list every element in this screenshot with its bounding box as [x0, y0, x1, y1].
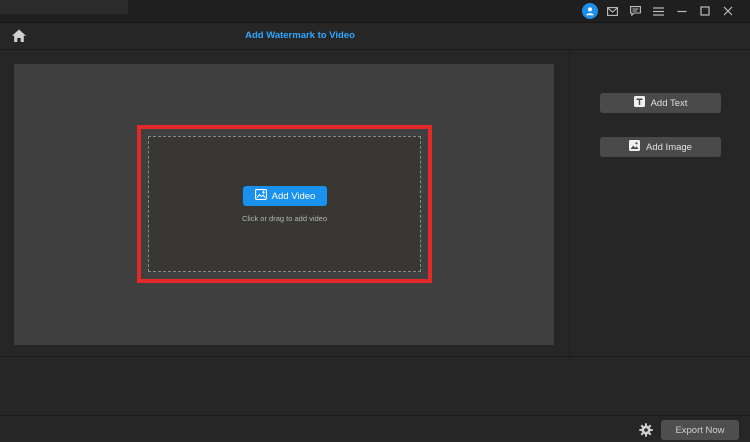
app-window: Add Watermark to Video Add Video Click o… — [0, 0, 750, 442]
add-text-label: Add Text — [650, 97, 688, 109]
timeline-divider — [0, 356, 750, 357]
chat-icon[interactable] — [627, 3, 644, 19]
window-controls — [581, 3, 736, 19]
add-image-button[interactable]: Add Image — [600, 137, 721, 157]
footer-divider — [0, 415, 750, 416]
video-drop-zone[interactable]: Add Video Click or drag to add video — [148, 136, 421, 272]
minimize-icon[interactable] — [673, 3, 690, 19]
add-video-button[interactable]: Add Video — [243, 186, 327, 206]
mail-icon[interactable] — [604, 3, 621, 19]
text-icon — [633, 96, 645, 110]
menu-icon[interactable] — [650, 3, 667, 19]
page-title: Add Watermark to Video — [245, 30, 355, 41]
image-icon — [629, 140, 641, 154]
add-text-button[interactable]: Add Text — [600, 93, 721, 113]
add-video-icon — [254, 189, 267, 203]
drop-hint: Click or drag to add video — [241, 214, 328, 223]
gear-icon[interactable] — [639, 423, 653, 437]
title-bar-tab — [0, 0, 128, 14]
title-bar — [0, 0, 750, 23]
add-video-label: Add Video — [271, 190, 316, 202]
close-icon[interactable] — [719, 3, 736, 19]
preview-panel: Add Video Click or drag to add video — [14, 64, 554, 345]
user-icon[interactable] — [581, 3, 598, 19]
tool-sidebar: Add Text Add Image — [569, 50, 750, 356]
add-image-label: Add Image — [646, 141, 692, 153]
export-label: Export Now — [675, 424, 725, 436]
maximize-icon[interactable] — [696, 3, 713, 19]
export-now-button[interactable]: Export Now — [661, 420, 739, 440]
app-header: Add Watermark to Video — [0, 23, 750, 50]
